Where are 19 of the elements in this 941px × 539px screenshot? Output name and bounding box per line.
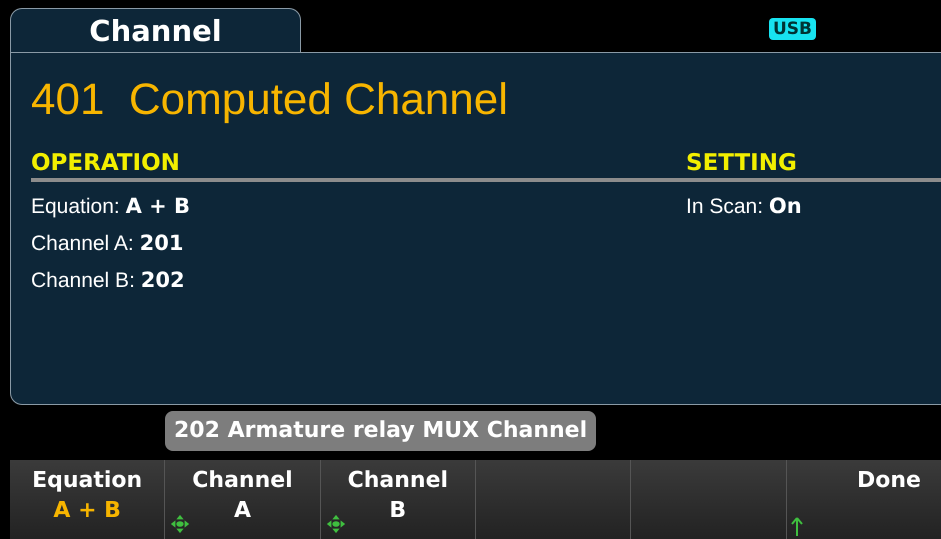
operation-heading: OPERATION xyxy=(31,149,686,182)
softkey[interactable]: Channel B xyxy=(320,460,475,539)
up-arrow-icon xyxy=(790,517,803,537)
setting-line: In Scan: On xyxy=(686,193,803,220)
channel-title: 401 Computed Channel xyxy=(31,75,509,125)
channel-tooltip: 202 Armature relay MUX Channel xyxy=(165,411,596,451)
usb-badge: USB xyxy=(768,18,816,40)
knob-arrows-icon xyxy=(169,513,192,535)
softkey[interactable]: Done xyxy=(786,460,941,539)
operation-line: Equation: A + B xyxy=(31,193,192,220)
softkey[interactable]: Channel A xyxy=(165,460,320,539)
operation-line: Channel A: 201 xyxy=(31,230,184,257)
setting-heading: SETTING xyxy=(686,149,941,182)
knob-arrows-icon xyxy=(324,513,347,535)
softkey[interactable]: Equation A + B xyxy=(10,460,164,539)
operation-line: Channel B: 202 xyxy=(31,267,186,294)
blank-softkey[interactable] xyxy=(631,460,786,539)
blank-softkey[interactable] xyxy=(476,460,630,539)
channel-tab[interactable]: Channel xyxy=(10,8,301,52)
